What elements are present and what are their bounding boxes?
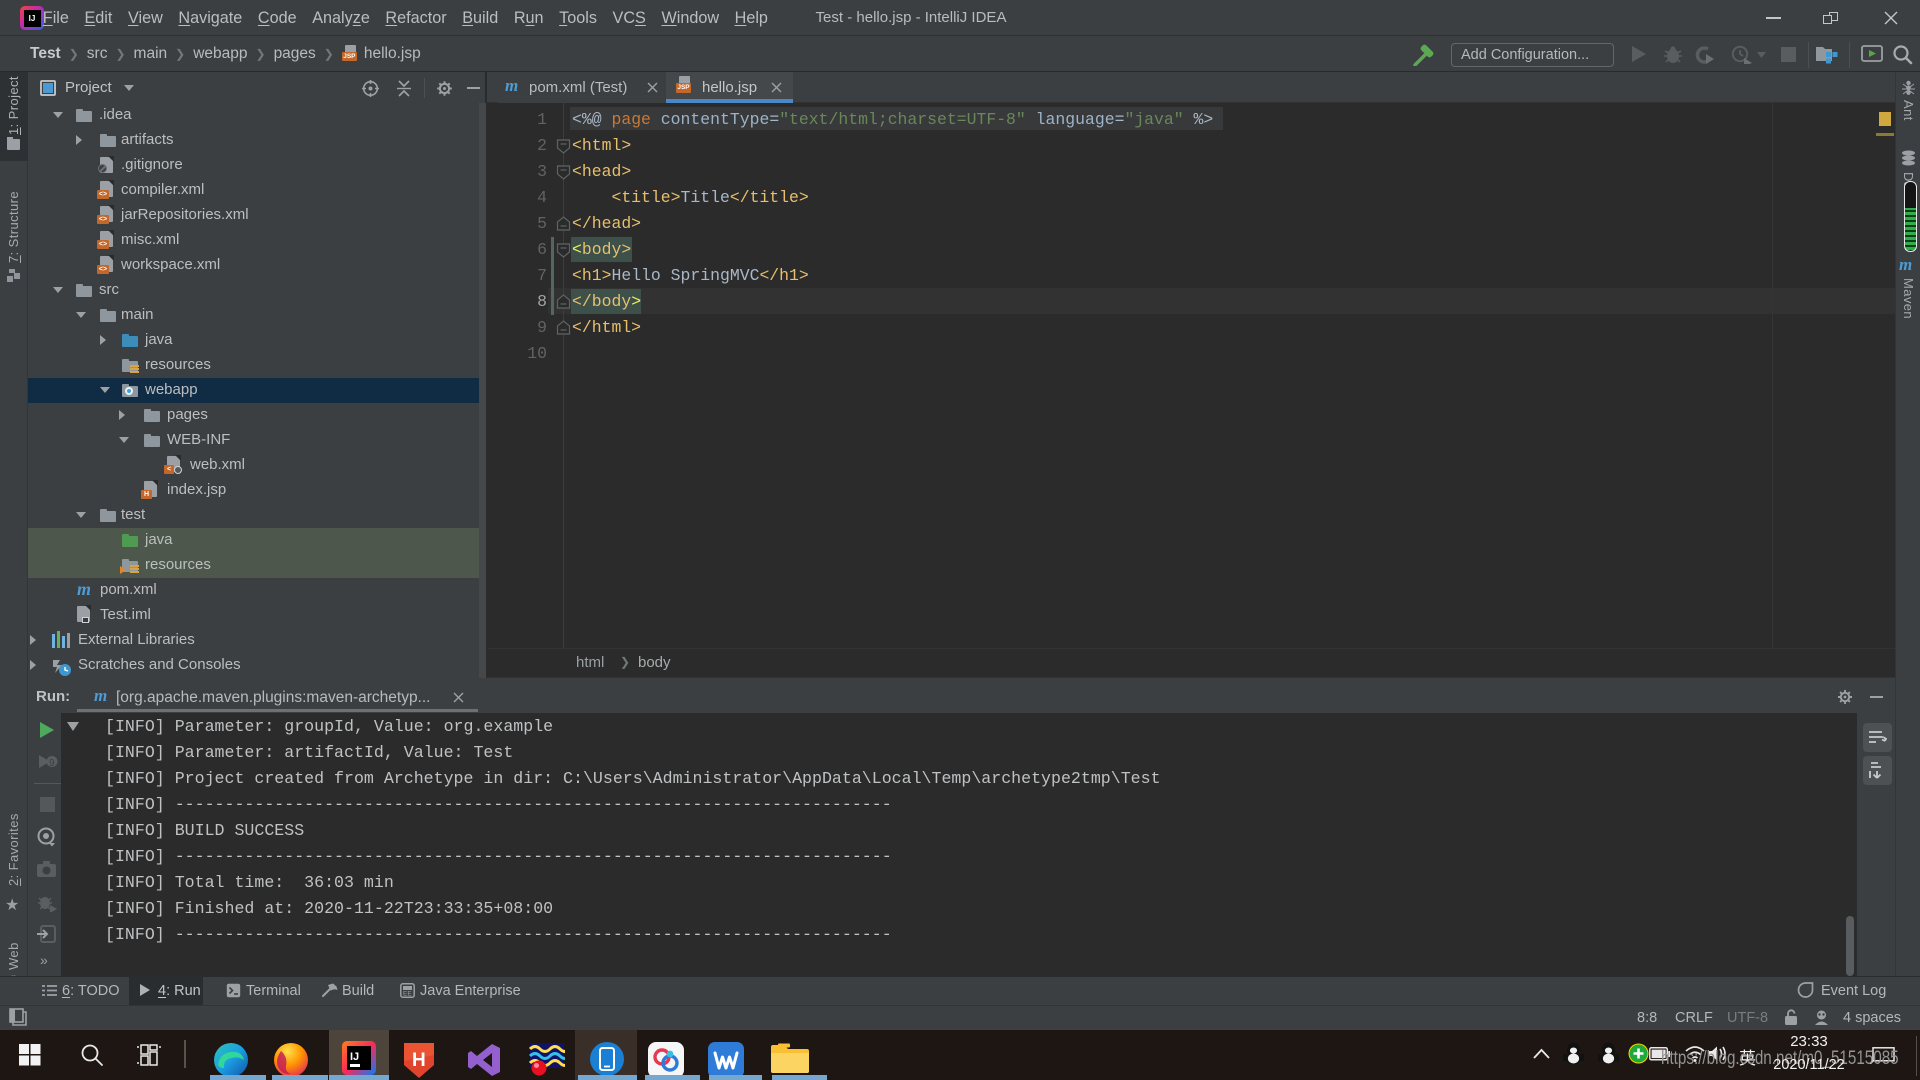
svg-text:EE: EE: [403, 991, 412, 998]
svg-text:IJ: IJ: [350, 1051, 359, 1063]
svg-text:H: H: [412, 1050, 426, 1071]
svg-text:9: 9: [49, 758, 55, 769]
